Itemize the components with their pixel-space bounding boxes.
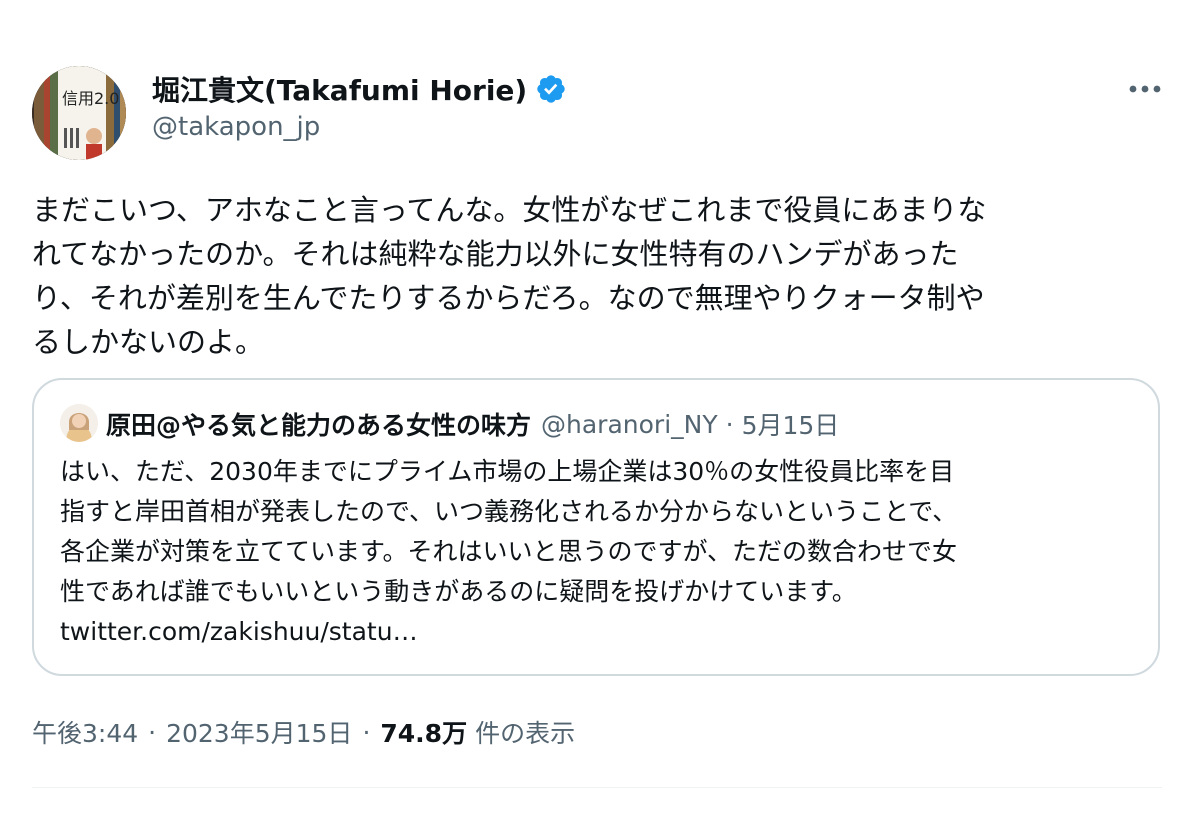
- views-count: 74.8万: [380, 719, 468, 748]
- quoted-separator: ·: [725, 409, 734, 439]
- quoted-link[interactable]: twitter.com/zakishuu/statu…: [60, 612, 1140, 652]
- quoted-text-line: 性であれば誰でもいいという動きがあるのに疑問を投げかけています。: [60, 577, 857, 606]
- tweet-text-line: るしかないのよ。: [32, 325, 265, 359]
- tweet-time[interactable]: 午後3:44: [32, 714, 138, 750]
- tweet-text-line: まだこいつ、アホなこと言ってんな。女性がなぜこれまで役員にあまりな: [32, 193, 987, 227]
- quoted-text-line: はい、ただ、2030年までにプライム市場の上場企業は30％の女性役員比率を目: [60, 457, 955, 486]
- quoted-author-avatar[interactable]: [60, 404, 98, 442]
- quoted-header: 原田@やる気と能力のある女性の味方 @haranori_NY · 5月15日: [106, 404, 839, 444]
- svg-text:信用2.0: 信用2.0: [62, 89, 119, 108]
- verified-badge-icon: [537, 75, 565, 103]
- author-name-row[interactable]: 堀江貴文(Takafumi Horie): [152, 70, 567, 108]
- quoted-text-line: 各企業が対策を立てています。それはいいと思うのですが、ただの数合わせで女: [60, 537, 958, 566]
- avatar-image-icon: 信用2.0: [32, 66, 126, 160]
- author-display-name[interactable]: 堀江貴文(Takafumi Horie): [152, 69, 527, 109]
- quoted-avatar-image-icon: [60, 404, 98, 442]
- more-options-icon[interactable]: [1128, 84, 1162, 94]
- quoted-display-name[interactable]: 原田@やる気と能力のある女性の味方: [106, 406, 531, 442]
- author-avatar[interactable]: 信用2.0: [32, 66, 126, 160]
- tweet-text-line: れてなかったのか。それは純粋な能力以外に女性特有のハンデがあった: [32, 237, 959, 271]
- quoted-date[interactable]: 5月15日: [742, 406, 840, 442]
- meta-separator: ·: [362, 717, 371, 747]
- quoted-text: はい、ただ、2030年までにプライム市場の上場企業は30％の女性役員比率を目 指…: [60, 452, 1140, 652]
- tweet-meta: 午後3:44 · 2023年5月15日 · 74.8万 件の表示: [32, 712, 575, 752]
- tweet-text: まだこいつ、アホなこと言ってんな。女性がなぜこれまで役員にあまりな れてなかった…: [32, 188, 1162, 364]
- tweet-page: 信用2.0 堀江貴文(Takafumi Horie) @takapon_jp ま…: [0, 0, 1194, 832]
- author-handle[interactable]: @takapon_jp: [152, 112, 320, 142]
- divider: [32, 787, 1162, 788]
- tweet-text-line: り、それが差別を生んでたりするからだろ。なので無理やりクォータ制や: [32, 281, 985, 315]
- quoted-handle[interactable]: @haranori_NY: [541, 410, 718, 439]
- tweet-date[interactable]: 2023年5月15日: [166, 714, 352, 750]
- quoted-tweet[interactable]: 原田@やる気と能力のある女性の味方 @haranori_NY · 5月15日 は…: [32, 378, 1160, 676]
- views-label: 件の表示: [475, 719, 576, 748]
- meta-separator: ·: [148, 717, 157, 747]
- quoted-text-line: 指すと岸田首相が発表したので、いつ義務化されるか分からないということで、: [60, 497, 958, 526]
